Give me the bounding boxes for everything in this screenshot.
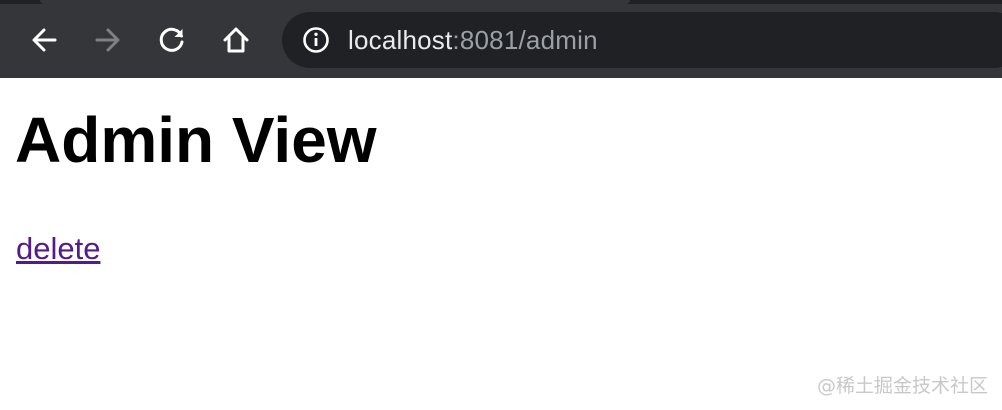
watermark: @稀土掘金技术社区	[816, 375, 988, 397]
active-tab-edge	[40, 0, 630, 4]
home-button[interactable]	[216, 20, 256, 60]
browser-toolbar: localhost:8081/admin	[0, 0, 1002, 78]
arrow-right-icon	[93, 25, 123, 55]
arrow-left-icon	[29, 25, 59, 55]
page-content: Admin View delete	[0, 78, 1002, 410]
back-button[interactable]	[24, 20, 64, 60]
forward-button[interactable]	[88, 20, 128, 60]
reload-icon	[157, 25, 187, 55]
delete-link[interactable]: delete	[16, 230, 100, 268]
url-host: localhost	[348, 25, 453, 55]
url-text[interactable]: localhost:8081/admin	[348, 24, 598, 56]
page-title: Admin View	[15, 104, 377, 176]
reload-button[interactable]	[152, 20, 192, 60]
url-path: :8081/admin	[452, 25, 598, 55]
address-bar[interactable]: localhost:8081/admin	[282, 12, 1002, 68]
info-icon[interactable]	[302, 26, 330, 54]
home-icon	[221, 25, 251, 55]
